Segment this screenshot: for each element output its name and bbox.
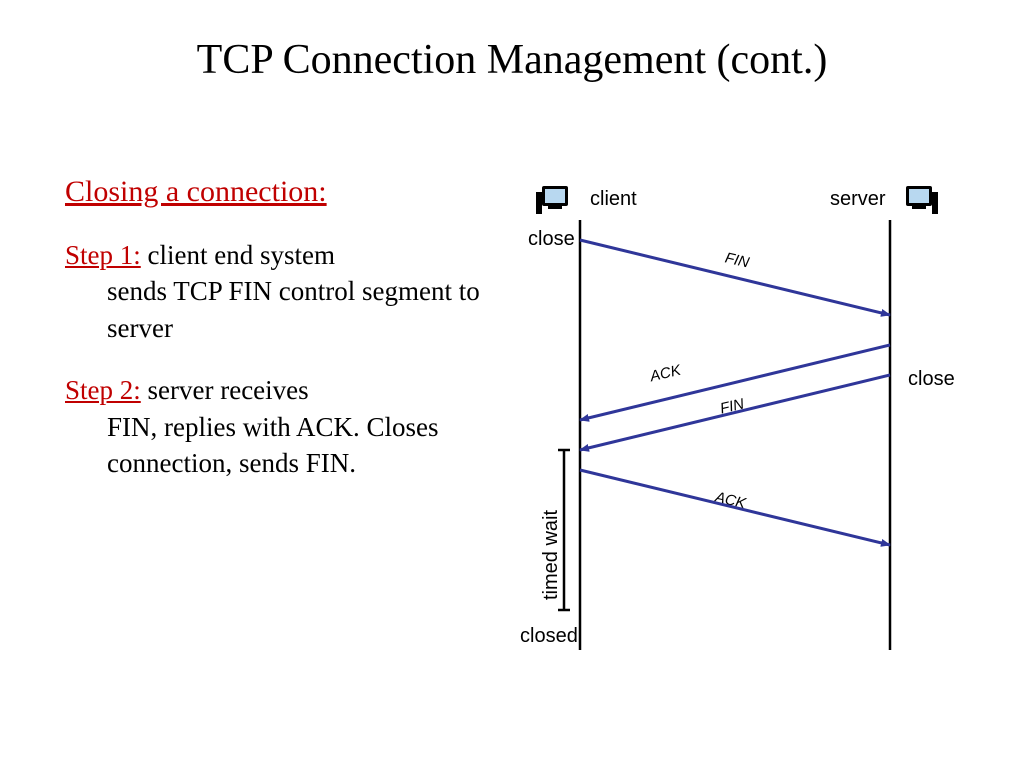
step-1-text-a: client end system: [141, 240, 335, 270]
step-2: Step 2: server receives FIN, replies wit…: [65, 372, 495, 481]
step-1-text-b: sends TCP FIN control segment to server: [65, 273, 495, 346]
closing-heading: Closing a connection:: [65, 175, 327, 209]
sequence-diagram: client server close close closed timed w…: [520, 180, 960, 680]
step-1: Step 1: client end system sends TCP FIN …: [65, 237, 495, 346]
step-2-text-b: FIN, replies with ACK. Closes connection…: [65, 409, 495, 482]
diagram-svg: [520, 180, 960, 680]
step-2-label: Step 2:: [65, 375, 141, 405]
step-1-label: Step 1:: [65, 240, 141, 270]
step-2-text-a: server receives: [141, 375, 309, 405]
body-text: Closing a connection: Step 1: client end…: [65, 175, 495, 508]
slide-title: TCP Connection Management (cont.): [0, 36, 1024, 84]
slide: TCP Connection Management (cont.) Closin…: [0, 0, 1024, 768]
